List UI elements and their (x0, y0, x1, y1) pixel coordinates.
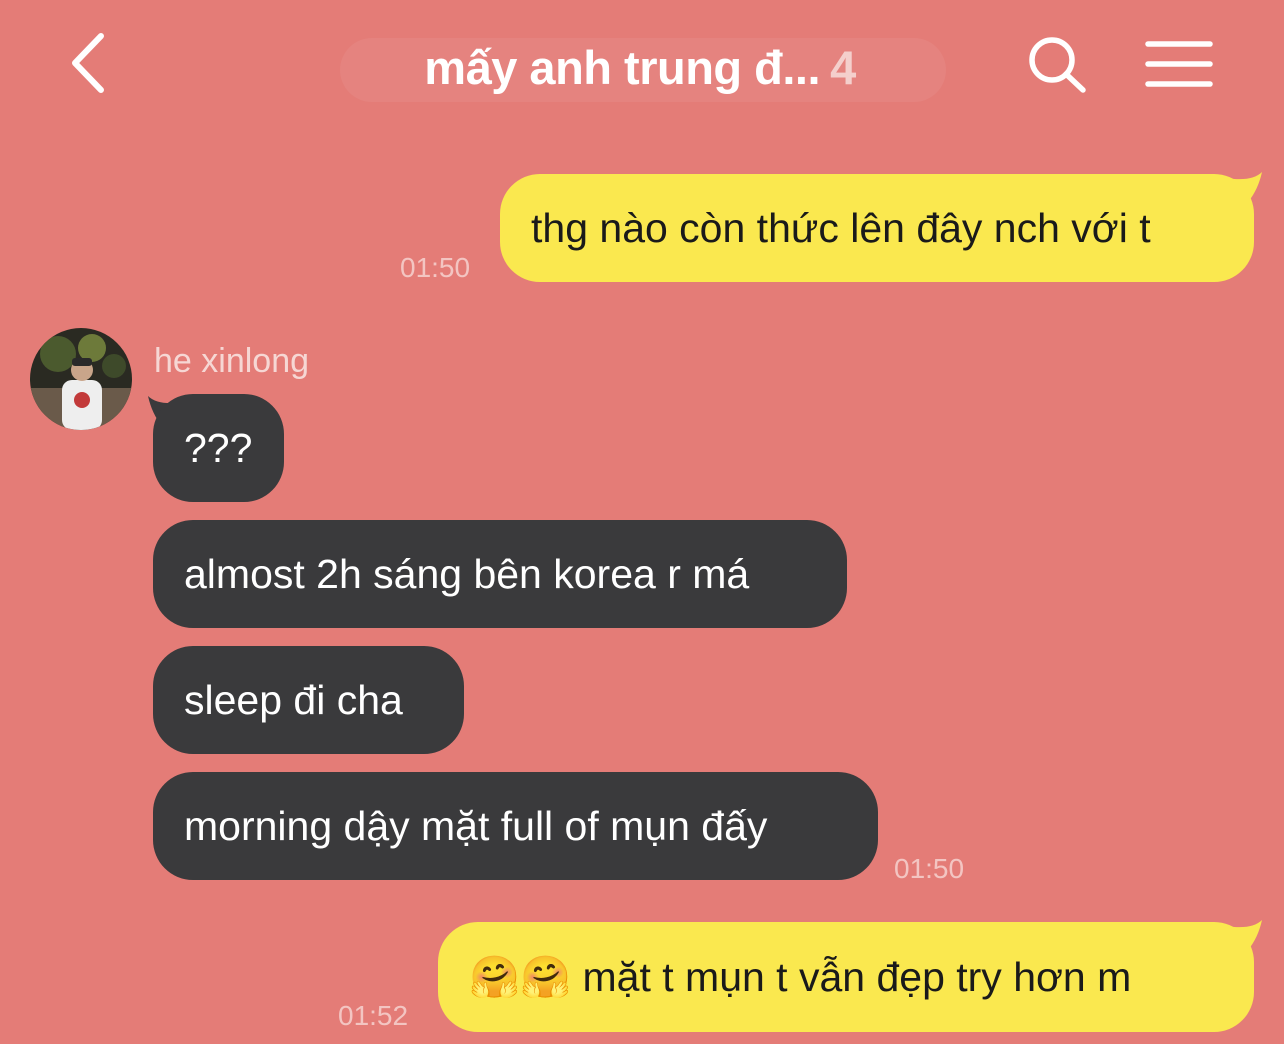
outgoing-message-bubble[interactable]: 🤗🤗 mặt t mụn t vẫn đẹp try hơn m (438, 922, 1254, 1032)
back-button[interactable] (52, 28, 122, 98)
sender-name[interactable]: he xinlong (154, 342, 309, 381)
avatar[interactable] (30, 328, 132, 430)
member-count: 4 (830, 41, 856, 94)
menu-button[interactable] (1144, 34, 1214, 94)
message-text: morning dậy mặt full of mụn đấy (184, 803, 768, 849)
bubble-tail (1226, 172, 1262, 202)
incoming-message-bubble[interactable]: almost 2h sáng bên korea r má (153, 520, 847, 628)
message-timestamp: 01:50 (894, 853, 965, 884)
incoming-message-bubble[interactable]: ??? (153, 394, 284, 502)
incoming-message-bubble[interactable]: sleep đi cha (153, 646, 464, 754)
bubble-tail (1226, 920, 1262, 950)
incoming-message-bubble[interactable]: morning dậy mặt full of mụn đấy (153, 772, 878, 880)
chevron-left-icon (72, 33, 104, 93)
message-text: sleep đi cha (184, 677, 403, 723)
message-text: ??? (184, 425, 253, 471)
chat-title[interactable]: mấy anh trung đ... 4 (360, 40, 920, 95)
hugging-face-emoji: 🤗🤗 (469, 953, 572, 1001)
outgoing-message-bubble[interactable]: thg nào còn thức lên đây nch với t (500, 174, 1254, 282)
message-text: mặt t mụn t vẫn đẹp try hơn m (582, 954, 1132, 1000)
hamburger-menu-icon (1145, 41, 1213, 87)
search-button[interactable] (1026, 34, 1090, 98)
chat-header: mấy anh trung đ... 4 (0, 0, 1284, 140)
message-timestamp: 01:52 (338, 1000, 409, 1031)
message-timestamp: 01:50 (400, 252, 471, 283)
message-text: thg nào còn thức lên đây nch với t (531, 205, 1151, 251)
chat-screen: mấy anh trung đ... 4 01:50 thg nào còn th… (0, 0, 1284, 1044)
message-text: almost 2h sáng bên korea r má (184, 551, 750, 597)
search-icon (1029, 37, 1086, 93)
chat-title-text: mấy anh trung đ... (424, 41, 821, 94)
sender-avatar-photo (30, 328, 132, 430)
